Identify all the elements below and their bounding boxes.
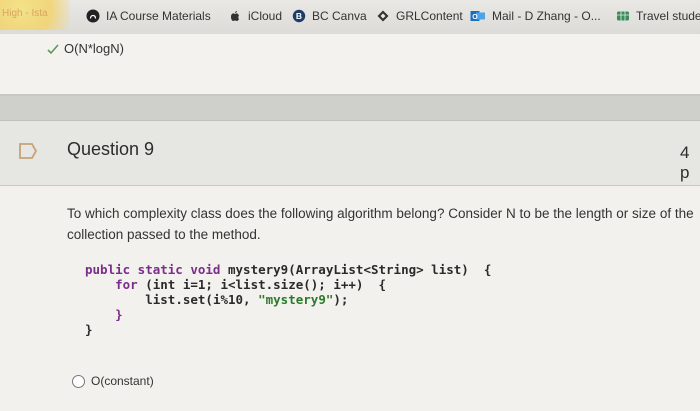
bookmark-label: iCloud	[248, 9, 283, 23]
answer-option-label: O(constant)	[91, 374, 154, 388]
canvas-b-icon: B	[292, 9, 306, 23]
code-text: );	[333, 292, 349, 307]
code-keyword: public static void	[85, 262, 221, 277]
github-icon	[86, 9, 100, 23]
question-text: To which complexity class does the follo…	[67, 206, 694, 242]
bookmark-label: GRLContent	[396, 9, 463, 23]
bookmark-bc-canva[interactable]: B BC Canva	[292, 9, 367, 23]
previous-question-card: O(N*logN)	[0, 34, 700, 96]
bookmark-travel-studer[interactable]: Travel studer	[616, 9, 700, 23]
code-text: mystery9(ArrayList<String> list) {	[220, 262, 492, 277]
bookmark-label: Travel studer	[636, 9, 700, 23]
code-text: (int i=1; i<list.size(); i++) {	[137, 277, 387, 292]
code-keyword: for	[115, 277, 138, 292]
code-brace: }	[85, 322, 93, 337]
bookmark-mail[interactable]: O Mail - D Zhang - O...	[470, 9, 601, 23]
bookmark-grlcontent[interactable]: GRLContent	[376, 9, 463, 23]
bookmark-label: BC Canva	[312, 9, 367, 23]
question-gap	[0, 96, 700, 120]
bookmark-ia-course-materials[interactable]: IA Course Materials	[86, 9, 211, 23]
code-block: public static void mystery9(ArrayList<St…	[85, 262, 491, 337]
flag-question-icon[interactable]	[18, 141, 38, 161]
diamond-icon	[377, 10, 389, 22]
radio-button[interactable]	[72, 374, 85, 388]
svg-text:O: O	[472, 14, 478, 21]
question-card: Question 9 4 p To which complexity class…	[0, 120, 700, 411]
code-text: list.set(i%10,	[145, 292, 259, 307]
svg-text:B: B	[296, 11, 302, 21]
code-brace: }	[115, 307, 123, 322]
grid-icon	[617, 11, 629, 21]
check-icon	[47, 44, 59, 55]
highlighted-tab-fragment[interactable]: High - Ista	[0, 0, 70, 30]
question-points: 4 p	[680, 143, 690, 182]
previous-answer-option[interactable]: O(N*logN)	[47, 41, 124, 56]
bookmark-label: IA Course Materials	[106, 9, 211, 23]
code-string: "mystery9"	[258, 292, 334, 307]
bookmarks-bar: High - Ista IA Course Materials iCloud B…	[0, 0, 700, 35]
answer-option-constant[interactable]: O(constant)	[72, 374, 154, 388]
question-header: Question 9 4 p	[0, 121, 700, 186]
previous-answer-label: O(N*logN)	[64, 41, 124, 56]
bookmark-icloud[interactable]: iCloud	[228, 9, 282, 23]
apple-icon	[231, 11, 239, 21]
bookmark-label: Mail - D Zhang - O...	[492, 9, 601, 23]
question-title: Question 9	[67, 139, 155, 159]
outlook-icon: O	[470, 11, 485, 21]
